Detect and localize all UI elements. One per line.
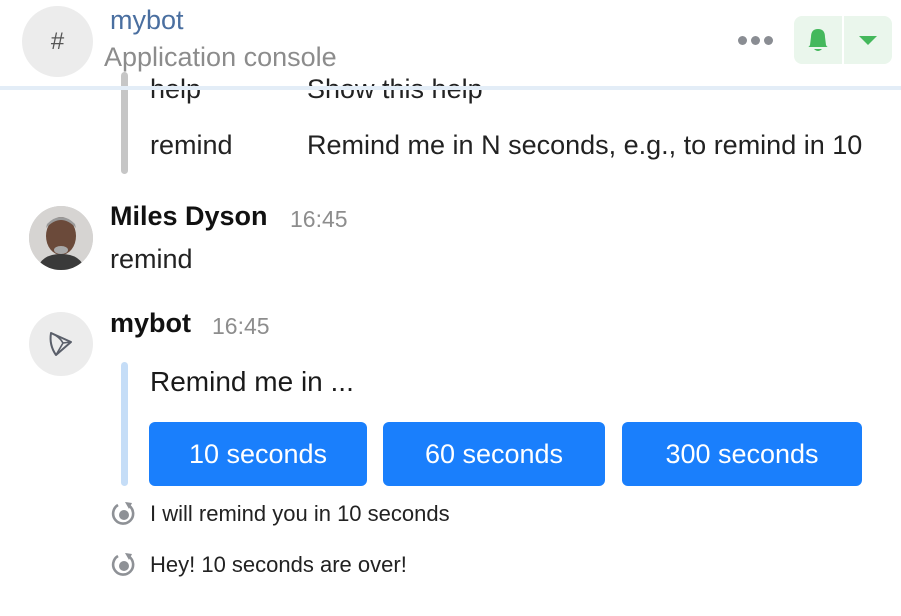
quote-bar — [121, 362, 128, 486]
remind-command-name: remind — [150, 130, 233, 160]
remind-60-seconds-button[interactable]: 60 seconds — [383, 422, 605, 486]
more-options-icon-dot — [750, 35, 760, 45]
more-options-icon — [737, 35, 747, 45]
message-timeline: help Show this help remind Remind me in … — [0, 0, 901, 616]
remind-10-seconds-button[interactable]: 10 seconds — [149, 422, 367, 486]
hash-icon: # — [50, 27, 65, 55]
message-sender[interactable]: mybot — [110, 308, 191, 339]
remind-300-seconds-button[interactable]: 300 seconds — [622, 422, 862, 486]
more-options-icon-dot — [763, 35, 773, 45]
remind-command-description: Remind me in N seconds, e.g., to remind … — [307, 130, 863, 160]
notification-settings — [794, 16, 892, 64]
user-photo-icon — [29, 206, 93, 270]
notice-item: I will remind you in 10 seconds — [110, 500, 450, 528]
bot-avatar[interactable] — [29, 312, 93, 376]
more-options-button[interactable] — [736, 30, 774, 50]
reminder-icon — [111, 553, 135, 576]
notification-dropdown-button[interactable] — [844, 16, 892, 64]
room-name[interactable]: mybot — [110, 5, 184, 36]
header-divider — [0, 88, 901, 90]
notice-text: Hey! 10 seconds are over! — [150, 552, 407, 577]
notice-item: Hey! 10 seconds are over! — [110, 551, 407, 579]
room-topic[interactable]: Application console — [104, 42, 337, 73]
bot-icon — [49, 332, 72, 356]
message-sender[interactable]: Miles Dyson — [110, 201, 268, 232]
room-header: # mybot Application console — [0, 0, 901, 90]
user-photo-avatar[interactable] — [29, 206, 93, 270]
bot-prompt: Remind me in ... — [150, 366, 354, 397]
message-timestamp[interactable]: 16:45 — [290, 206, 348, 233]
message-body: remind — [110, 244, 193, 274]
notice-text: I will remind you in 10 seconds — [150, 501, 450, 526]
notification-button[interactable] — [794, 16, 842, 64]
bell-icon — [808, 29, 828, 51]
message-timestamp[interactable]: 16:45 — [212, 313, 270, 340]
reminder-icon — [111, 502, 135, 525]
room-avatar[interactable]: # — [22, 6, 93, 77]
chevron-down-icon — [859, 35, 877, 45]
